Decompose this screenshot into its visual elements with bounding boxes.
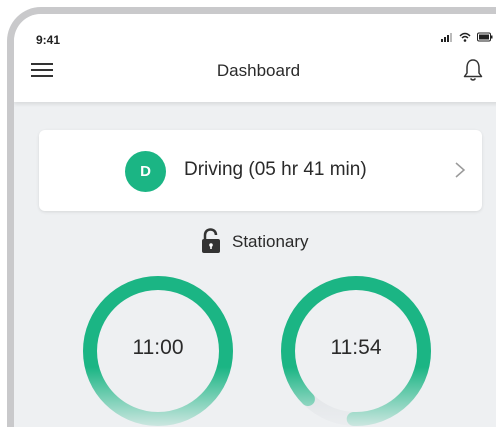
gauge-value: 11:00 (132, 336, 184, 359)
duty-status-label: Driving (05 hr 41 min) (184, 159, 367, 180)
signal-icon (441, 33, 452, 42)
vehicle-state-label: Stationary (232, 232, 309, 251)
gauge-hours-remaining: 11:54 (277, 272, 435, 427)
wifi-icon (459, 32, 471, 42)
duty-status-avatar: D (125, 151, 166, 192)
battery-icon (477, 32, 493, 42)
gauge-hours-left: 11:00 (79, 272, 237, 427)
app-header: 9:41 Dashboard (14, 14, 496, 102)
duty-status-card[interactable]: D Driving (05 hr 41 min) (39, 130, 482, 211)
vehicle-state-row: Stationary (14, 228, 496, 256)
chevron-right-icon (455, 162, 466, 178)
phone-frame: 9:41 Dashboard D Driving (05 hr 41 min) … (7, 7, 496, 427)
lock-open-icon (202, 228, 220, 253)
page-title: Dashboard (216, 61, 301, 80)
status-time: 9:41 (36, 33, 61, 47)
bell-icon[interactable] (463, 58, 483, 82)
gauge-value: 11:54 (330, 336, 382, 359)
